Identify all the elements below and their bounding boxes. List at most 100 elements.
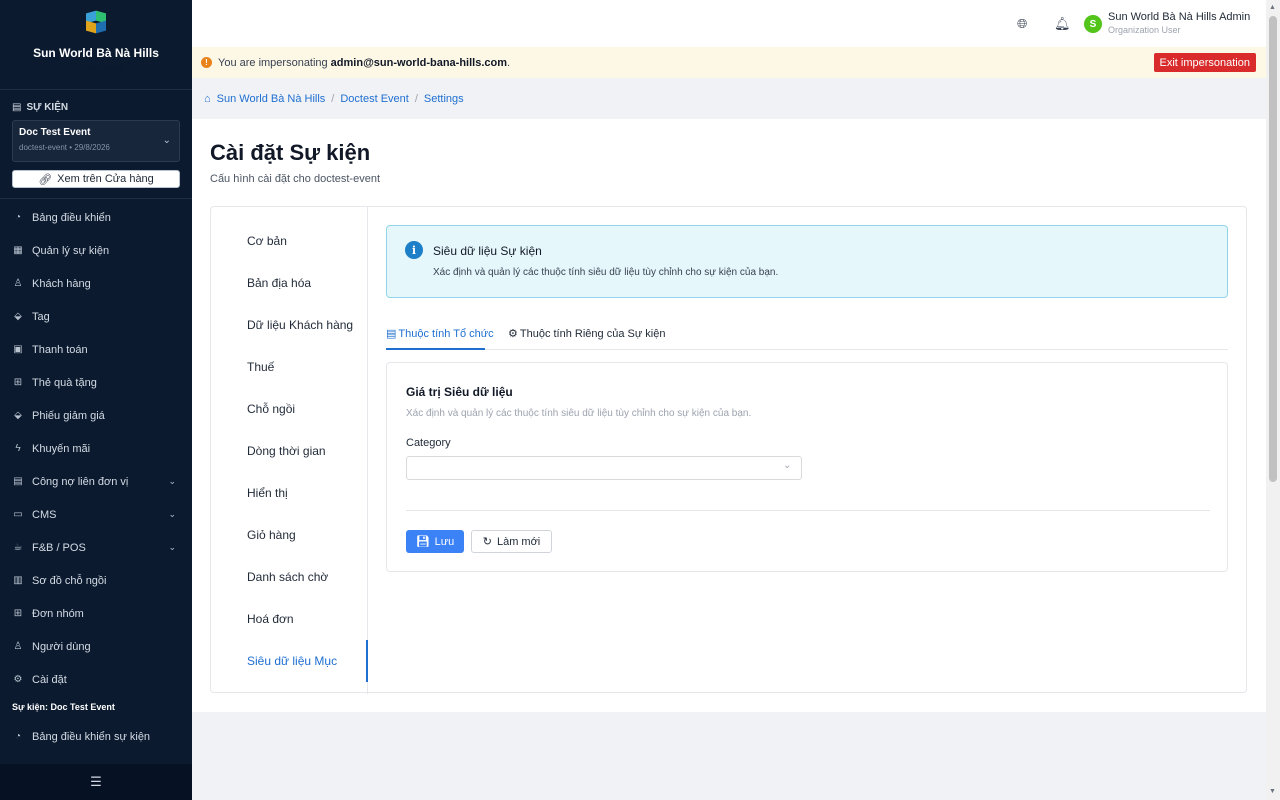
table-icon: ▤ — [386, 328, 397, 340]
globe-icon[interactable]: 🌐︎ — [1017, 16, 1027, 32]
sidebar-item[interactable]: ⊞ Thẻ quà tặng — [0, 366, 192, 399]
user-icon: ♙ — [13, 641, 23, 652]
scroll-down-icon[interactable]: ▼ — [1269, 788, 1276, 795]
breadcrumb-org[interactable]: Sun World Bà Nà Hills — [217, 93, 326, 105]
breadcrumb-event[interactable]: Doctest Event — [340, 93, 408, 105]
warning-icon: ! — [201, 57, 212, 68]
settings-tab[interactable]: Giỏ hàng — [211, 514, 367, 556]
divider — [406, 510, 1210, 511]
view-in-store-button[interactable]: 🔗︎ Xem trên Cửa hàng — [12, 170, 180, 188]
sidebar-item[interactable]: ▤ Công nợ liên đơn vị ⌄ — [0, 465, 192, 498]
events-section-label: SỰ KIỆN — [26, 101, 69, 113]
breadcrumb: ⌂ Sun World Bà Nà Hills / Doctest Event … — [192, 78, 1266, 119]
users-icon: ♙ — [13, 278, 23, 289]
menu-collapse-icon: ☰ — [90, 774, 102, 789]
event-selector[interactable]: Doc Test Event doctest-event • 29/8/2026… — [12, 120, 180, 162]
save-button[interactable]: 💾︎ Lưu — [406, 530, 464, 553]
chevron-down-icon: ⌄ — [168, 542, 176, 552]
home-icon[interactable]: ⌂ — [204, 93, 211, 105]
sidebar-item[interactable]: ▦ Quản lý sự kiện — [0, 234, 192, 267]
sidebar-item[interactable]: ⊞ Đơn nhóm — [0, 597, 192, 630]
scrollbar-thumb[interactable] — [1269, 16, 1277, 482]
sidebar-item-label: CMS — [32, 508, 57, 521]
events-section-header: ▤ SỰ KIỆN — [0, 90, 192, 114]
sidebar-item[interactable]: ⬙ Tag — [0, 300, 192, 333]
impersonation-text: You are impersonating — [218, 56, 328, 69]
sidebar-item[interactable]: ⚙ Cài đặt — [0, 663, 192, 696]
avatar[interactable]: S — [1084, 15, 1102, 33]
gear-icon: ⚙ — [13, 674, 23, 685]
coupon-icon: ⬙ — [14, 410, 22, 421]
event-name: Doc Test Event — [19, 127, 91, 138]
gift-icon: ⊞ — [13, 377, 23, 388]
settings-card: Cơ bản Bản địa hóa Dữ liệu Khách hàng Thuế C… — [210, 206, 1247, 694]
settings-tab[interactable]: Bản địa hóa — [211, 262, 367, 304]
sidebar-item-label: Bảng điều khiển — [32, 211, 111, 224]
tab-label: Thuộc tính Riêng của Sự kiện — [519, 327, 666, 340]
exit-impersonation-button[interactable]: Exit impersonation — [1153, 53, 1256, 72]
brand-logo-icon[interactable] — [83, 10, 109, 36]
user-name[interactable]: Sun World Bà Nà Hills Admin — [1108, 11, 1250, 23]
form-title: Giá trị Siêu dữ liệu — [406, 385, 513, 399]
sidebar-item[interactable]: ϟ Khuyến mãi — [0, 432, 192, 465]
metadata-form: Giá trị Siêu dữ liệu Xác định và quản lý… — [386, 362, 1228, 572]
category-select[interactable] — [406, 456, 802, 480]
org-name: Sun World Bà Nà Hills — [33, 46, 159, 60]
chevron-down-icon: ⌄ — [168, 476, 176, 486]
metadata-tabs: ▤ Thuộc tính Tổ chức ⚙ Thuộc tính Riêng … — [386, 321, 1228, 350]
cms-icon: ▭ — [13, 509, 23, 520]
sidebar-item[interactable]: ☕ F&B / POS ⌄ — [0, 531, 192, 564]
sidebar-item-label: Quản lý sự kiện — [32, 244, 110, 257]
bell-icon[interactable]: 🔔︎ — [1054, 16, 1071, 32]
chevron-down-icon: ⌄ — [162, 135, 171, 146]
sidebar-item-label: F&B / POS — [32, 541, 86, 554]
calendar-icon: ▦ — [13, 245, 23, 256]
sidebar-item-label: Cài đặt — [32, 673, 67, 686]
settings-tab[interactable]: Chỗ ngồi — [211, 388, 367, 430]
scroll-up-icon[interactable]: ▲ — [1269, 4, 1276, 11]
sidebar-item[interactable]: ♙ Khách hàng — [0, 267, 192, 300]
sidebar-item-label: Thẻ quà tặng — [32, 376, 97, 389]
sidebar-header: Sun World Bà Nà Hills Organizations — [0, 0, 192, 90]
settings-vertical-tabs: Cơ bản Bản địa hóa Dữ liệu Khách hàng Thuế C… — [211, 207, 368, 694]
refresh-button[interactable]: ↻ Làm mới — [471, 530, 552, 553]
settings-tab[interactable]: Siêu dữ liệu Mục — [211, 640, 368, 682]
settings-tab[interactable]: Danh sách chờ — [211, 556, 367, 598]
sidebar-item[interactable]: ⬙ Phiếu giảm giá — [0, 399, 192, 432]
sidebar-item[interactable]: ▣ Thanh toán — [0, 333, 192, 366]
page-subtitle: Cấu hình cài đặt cho doctest-event — [210, 173, 380, 185]
settings-tab[interactable]: Dòng thời gian — [211, 430, 367, 472]
sidebar-item[interactable]: ▭ CMS ⌄ — [0, 498, 192, 531]
active-tab-indicator — [386, 348, 485, 350]
collapse-sidebar-button[interactable]: ☰ — [0, 764, 192, 800]
settings-tab[interactable]: Cơ bản — [211, 220, 367, 262]
sidebar-item[interactable]: ◔ Bảng điều khiển sự kiện — [0, 720, 192, 753]
breadcrumb-settings[interactable]: Settings — [424, 93, 464, 105]
tag-icon: ⬙ — [14, 311, 22, 322]
settings-tab[interactable]: Thuế — [211, 346, 367, 388]
fnb-icon: ☕ — [13, 542, 23, 553]
sidebar-item-label: Bảng điều khiển sự kiện — [32, 730, 151, 743]
org-subtitle: Organizations — [68, 62, 124, 72]
settings-tab[interactable]: Dữ liệu Khách hàng — [211, 304, 367, 346]
sidebar: Sun World Bà Nà Hills Organizations ▤ SỰ… — [0, 0, 192, 800]
settings-tab[interactable]: Hiển thị — [211, 472, 367, 514]
page-title: Cài đặt Sự kiện — [210, 140, 371, 165]
tab-event-properties[interactable]: ⚙ Thuộc tính Riêng của Sự kiện — [508, 327, 666, 341]
impersonation-banner: ! You are impersonating admin@sun-world-… — [192, 47, 1266, 78]
payment-icon: ▣ — [13, 344, 23, 355]
sidebar-item-label: Thanh toán — [32, 343, 88, 356]
settings-tab[interactable]: Hoá đơn — [211, 598, 367, 640]
sidebar-item[interactable]: ◔ Bảng điều khiển — [0, 201, 192, 234]
sidebar-item[interactable]: ▥ Sơ đồ chỗ ngồi — [0, 564, 192, 597]
user-role: Organization User — [1108, 25, 1181, 35]
page-scrollbar[interactable]: ▲ ▼ — [1266, 0, 1280, 800]
impersonation-suffix: . — [507, 56, 511, 69]
sidebar-item[interactable]: ♙ Người dùng — [0, 630, 192, 663]
event-meta: doctest-event • 29/8/2026 — [19, 143, 110, 152]
lightning-icon: ϟ — [15, 443, 21, 454]
breadcrumb-separator: / — [414, 92, 418, 105]
sidebar-item-label: Tag — [32, 310, 50, 323]
main-content: Cài đặt Sự kiện Cấu hình cài đặt cho doc… — [192, 119, 1266, 712]
tab-org-properties[interactable]: ▤ Thuộc tính Tổ chức — [386, 327, 494, 341]
